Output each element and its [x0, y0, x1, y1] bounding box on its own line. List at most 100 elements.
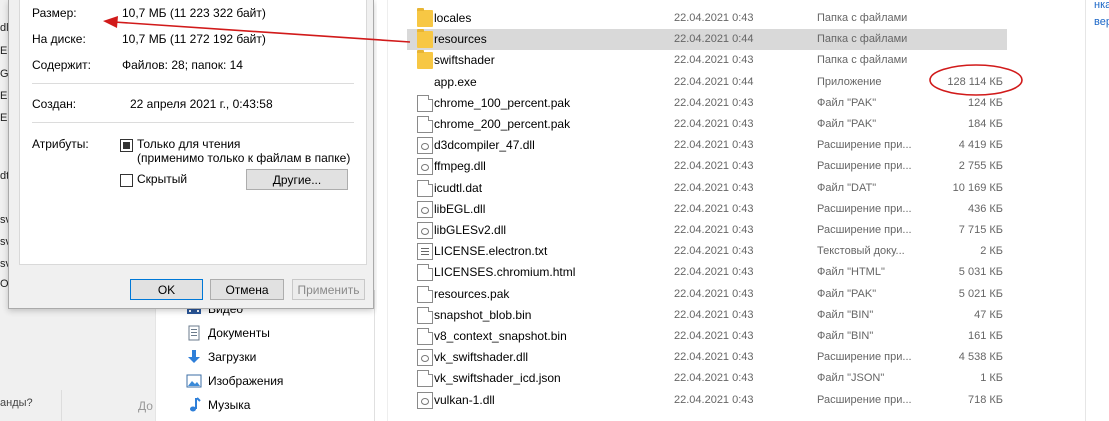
- right-edge-link[interactable]: нка: [1094, 0, 1109, 11]
- file-icon: [417, 264, 433, 282]
- file-row[interactable]: locales 22.04.2021 0:43 Папка с файлами: [407, 8, 1007, 29]
- general-tab-panel: Размер: 10,7 МБ (11 223 322 байт) На дис…: [19, 0, 367, 265]
- file-date: 22.04.2021 0:44: [674, 33, 754, 46]
- file-type: Расширение при...: [817, 351, 912, 364]
- file-row[interactable]: swiftshader 22.04.2021 0:43 Папка с файлам…: [407, 50, 1007, 71]
- file-size: 161 КБ: [967, 330, 1003, 342]
- file-size: 2 КБ: [980, 245, 1003, 258]
- divider: [374, 290, 375, 421]
- file-row[interactable]: chrome_100_percent.pak 22.04.2021 0:43 Фай…: [407, 93, 1007, 114]
- file-name: LICENSE.electron.txt: [434, 244, 548, 259]
- file-row[interactable]: chrome_200_percent.pak 22.04.2021 0:43 Фай…: [407, 114, 1007, 135]
- navigation-pane: Видео Документы Загрузки Изображения Муз…: [155, 290, 378, 421]
- divider: [32, 122, 354, 123]
- file-date: 22.04.2021 0:43: [674, 330, 754, 342]
- readonly-note: (применимо только к файлам в папке): [137, 151, 351, 165]
- disk-size-value: 10,7 МБ (11 272 192 байт): [122, 32, 266, 46]
- file-date: 22.04.2021 0:43: [674, 139, 754, 152]
- divider: [61, 390, 62, 421]
- file-list: locales 22.04.2021 0:43 Папка с файлами res…: [377, 0, 1085, 421]
- nav-item-label: Загрузки: [208, 350, 257, 364]
- readonly-checkbox-box[interactable]: [120, 139, 133, 152]
- file-row[interactable]: vk_swiftshader_icd.json 22.04.2021 0:43 Фа…: [407, 368, 1007, 389]
- file-row[interactable]: LICENSE.electron.txt 22.04.2021 0:43 Текст…: [407, 241, 1007, 262]
- created-label: Создан:: [32, 97, 77, 111]
- file-size: 436 КБ: [967, 202, 1003, 215]
- size-label: Размер:: [32, 6, 77, 20]
- file-type: Папка с файлами: [817, 12, 908, 24]
- file-size: 184 КБ: [967, 118, 1003, 130]
- file-type: Расширение при...: [817, 139, 912, 152]
- file-row[interactable]: libEGL.dll 22.04.2021 0:43 Расширение при.…: [407, 199, 1007, 220]
- file-icon: [417, 306, 433, 324]
- cancel-button[interactable]: Отмена: [210, 279, 284, 300]
- nav-item-downloads[interactable]: Загрузки: [186, 346, 256, 368]
- contains-label: Содержит:: [32, 58, 91, 72]
- readonly-checkbox[interactable]: Только для чтения (применимо только к фа…: [120, 137, 350, 165]
- file-row[interactable]: libGLESv2.dll 22.04.2021 0:43 Расширение п…: [407, 220, 1007, 241]
- file-row[interactable]: ffmpeg.dll 22.04.2021 0:43 Расширение при.…: [407, 156, 1007, 177]
- file-type: Приложение: [817, 75, 882, 88]
- attributes-label: Атрибуты:: [32, 137, 89, 151]
- file-size: 5 031 КБ: [958, 266, 1003, 279]
- hidden-checkbox[interactable]: Скрытый: [120, 172, 187, 187]
- readonly-checkbox-text: Только для чтения (применимо только к фа…: [137, 137, 350, 165]
- file-name: swiftshader: [434, 53, 495, 68]
- nav-item-pictures[interactable]: Изображения: [186, 370, 283, 392]
- file-date: 22.04.2021 0:43: [674, 96, 754, 109]
- pictures-icon: [186, 374, 202, 388]
- dll-icon: [417, 200, 433, 218]
- file-date: 22.04.2021 0:43: [674, 287, 754, 300]
- file-icon: [417, 285, 433, 303]
- right-edge-link[interactable]: верн: [1094, 16, 1109, 28]
- file-name: icudtl.dat: [434, 180, 483, 195]
- file-date: 22.04.2021 0:44: [674, 75, 754, 88]
- exe-icon: [417, 74, 433, 91]
- created-value: 22 апреля 2021 г., 0:43:58: [130, 97, 273, 111]
- ok-button[interactable]: OK: [130, 279, 203, 300]
- file-row[interactable]: icudtl.dat 22.04.2021 0:43 Файл "DAT" 10 16…: [407, 178, 1007, 199]
- file-name: LICENSES.chromium.html: [434, 265, 576, 280]
- readonly-label: Только для чтения: [137, 137, 241, 151]
- file-row[interactable]: LICENSES.chromium.html 22.04.2021 0:43 Фай…: [407, 262, 1007, 283]
- file-name: app.exe: [434, 74, 477, 89]
- nav-item-documents[interactable]: Документы: [186, 322, 270, 344]
- file-type: Расширение при...: [817, 160, 912, 173]
- file-name: vk_swiftshader.dll: [434, 350, 529, 365]
- file-row[interactable]: vk_swiftshader.dll 22.04.2021 0:43 Расшире…: [407, 347, 1007, 368]
- file-type: Файл "BIN": [817, 308, 874, 321]
- file-name: vk_swiftshader_icd.json: [434, 371, 561, 386]
- text-file-icon: [417, 243, 433, 261]
- size-value: 10,7 МБ (11 223 322 байт): [122, 6, 266, 20]
- background-text: До: [138, 399, 153, 413]
- apply-button[interactable]: Применить: [292, 279, 365, 300]
- file-row[interactable]: resources.pak 22.04.2021 0:43 Файл "PAK" 5 …: [407, 284, 1007, 305]
- downloads-icon: [188, 350, 200, 363]
- file-row[interactable]: resources 22.04.2021 0:44 Папка с файлами: [407, 29, 1007, 51]
- file-row[interactable]: d3dcompiler_47.dll 22.04.2021 0:43 Расшире…: [407, 135, 1007, 156]
- nav-item-label: Документы: [208, 326, 270, 340]
- file-type: Файл "PAK": [817, 287, 877, 300]
- file-type: Файл "BIN": [817, 330, 874, 342]
- file-date: 22.04.2021 0:43: [674, 54, 754, 67]
- file-row[interactable]: v8_context_snapshot.bin 22.04.2021 0:43 Фа…: [407, 326, 1007, 347]
- file-date: 22.04.2021 0:43: [674, 372, 754, 385]
- file-size: 2 755 КБ: [958, 160, 1003, 173]
- file-row[interactable]: app.exe 22.04.2021 0:44 Приложение 128 114 …: [407, 72, 1007, 93]
- other-attributes-button[interactable]: Другие...: [246, 169, 348, 190]
- file-row[interactable]: snapshot_blob.bin 22.04.2021 0:43 Файл "BI…: [407, 305, 1007, 326]
- hidden-checkbox-box[interactable]: [120, 174, 133, 187]
- file-size: 47 КБ: [974, 308, 1003, 321]
- nav-item-music[interactable]: Музыка: [186, 394, 250, 416]
- folder-icon: [417, 29, 433, 49]
- file-icon: [417, 370, 433, 388]
- nav-item-label: Музыка: [208, 398, 251, 412]
- file-row[interactable]: vulkan-1.dll 22.04.2021 0:43 Расширение пр…: [407, 390, 1007, 411]
- file-type: Текстовый доку...: [817, 245, 905, 258]
- file-type: Файл "PAK": [817, 96, 877, 109]
- file-size: 7 715 КБ: [958, 224, 1003, 236]
- file-size: 4 419 КБ: [958, 139, 1003, 152]
- file-type: Папка с файлами: [817, 54, 908, 67]
- file-date: 22.04.2021 0:43: [674, 181, 754, 194]
- file-date: 22.04.2021 0:43: [674, 224, 754, 236]
